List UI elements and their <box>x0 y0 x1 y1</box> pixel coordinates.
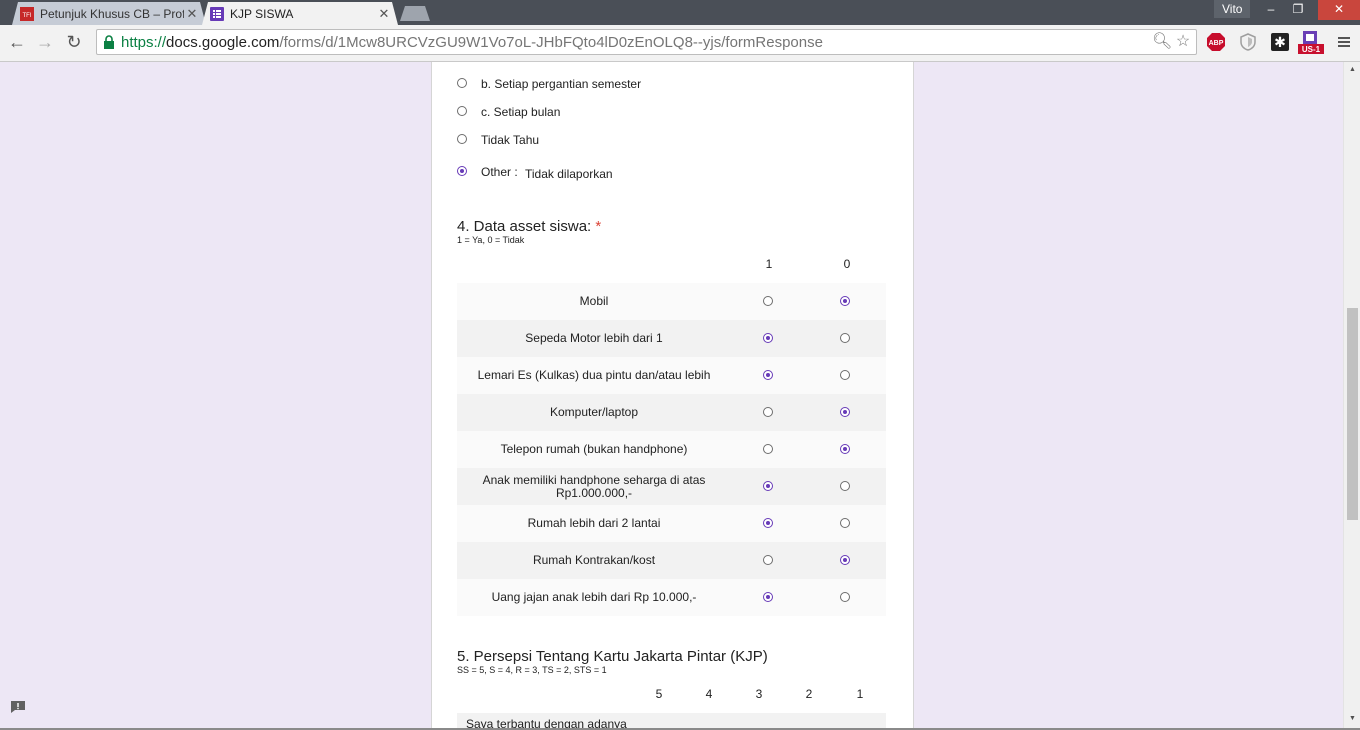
column-header-2: 2 <box>805 687 813 701</box>
scrollbar-thumb[interactable] <box>1347 308 1358 520</box>
radio-button[interactable] <box>840 333 850 343</box>
row-label: Rumah Kontrakan/kost <box>532 553 656 567</box>
reload-icon[interactable]: ↻ <box>63 31 85 53</box>
question-5-title: 5. Persepsi Tentang Kartu Jakarta Pintar… <box>457 648 768 665</box>
grid-row: Rumah Kontrakan/kost <box>457 542 886 579</box>
grid-row: Lemari Es (Kulkas) dua pintu dan/atau le… <box>457 357 886 394</box>
radio-button[interactable] <box>457 106 467 116</box>
tfi-favicon-icon: TFI <box>20 7 34 21</box>
profile-user-name[interactable]: Vito <box>1214 0 1251 18</box>
column-header-1: 1 <box>856 687 864 701</box>
svg-text:ABP: ABP <box>1209 40 1224 47</box>
feedback-icon[interactable] <box>10 700 26 714</box>
question-4-title: 4. Data asset siswa: * <box>457 218 602 235</box>
grid-row: Uang jajan anak lebih dari Rp 10.000,- <box>457 579 886 616</box>
lock-icon <box>104 35 114 49</box>
radio-button-selected[interactable] <box>763 370 773 380</box>
grid-row: Anak memiliki handphone seharga di atas … <box>457 468 886 505</box>
radio-button-selected[interactable] <box>763 481 773 491</box>
radio-button[interactable] <box>840 518 850 528</box>
radio-button[interactable] <box>840 370 850 380</box>
radio-button[interactable] <box>763 296 773 306</box>
browser-tab-strip: TFI Petunjuk Khusus CB – Prof ✕ KJP SISW… <box>0 0 1360 25</box>
row-label: Lemari Es (Kulkas) dua pintu dan/atau le… <box>477 368 711 382</box>
address-bar[interactable]: https://docs.google.com/forms/d/1Mcw8URC… <box>96 29 1197 55</box>
row-label: Rumah lebih dari 2 lantai <box>527 516 661 530</box>
column-header-3: 3 <box>755 687 763 701</box>
column-header-1: 1 <box>765 257 773 271</box>
translate-us1-icon[interactable]: US-1 <box>1298 30 1324 54</box>
radio-button-selected[interactable] <box>840 555 850 565</box>
forward-arrow-icon[interactable]: → <box>34 31 56 53</box>
new-tab-button[interactable] <box>400 6 430 21</box>
scroll-down-arrow-icon[interactable]: ▼ <box>1347 715 1358 722</box>
grid-row: Mobil <box>457 283 886 320</box>
row-label: Telepon rumah (bukan handphone) <box>500 442 688 456</box>
question-4-help: 1 = Ya, 0 = Tidak <box>457 235 525 245</box>
tab-label: Petunjuk Khusus CB – Prof <box>40 6 184 21</box>
svg-text:US-1: US-1 <box>1302 45 1321 54</box>
grid-row: Rumah lebih dari 2 lantai <box>457 505 886 542</box>
row-label: Anak memiliki handphone seharga di atas … <box>482 472 706 500</box>
radio-button-selected[interactable] <box>457 166 467 176</box>
browser-toolbar: ← → ↻ https://docs.google.com/forms/d/1M… <box>0 25 1360 62</box>
other-text-input[interactable]: Tidak dilaporkan <box>525 167 613 181</box>
row-label: Mobil <box>579 294 609 308</box>
radio-button[interactable] <box>763 555 773 565</box>
zoom-search-icon[interactable]: 🔍︎ <box>1152 33 1172 51</box>
column-header-5: 5 <box>655 687 663 701</box>
row-label: Saya terbantu dengan adanya <box>466 717 627 728</box>
radio-button-selected[interactable] <box>840 407 850 417</box>
required-mark: * <box>595 218 602 235</box>
grid-row: Sepeda Motor lebih dari 1 <box>457 320 886 357</box>
back-arrow-icon[interactable]: ← <box>6 31 28 53</box>
grid-row: Telepon rumah (bukan handphone) <box>457 431 886 468</box>
url-text[interactable]: https://docs.google.com/forms/d/1Mcw8URC… <box>121 34 823 51</box>
google-forms-icon <box>210 7 224 21</box>
svg-text:✱: ✱ <box>1274 35 1286 51</box>
radio-button-selected[interactable] <box>840 296 850 306</box>
window-close-icon[interactable]: ✕ <box>1318 0 1360 20</box>
tab-petunjuk-khusus[interactable]: TFI Petunjuk Khusus CB – Prof ✕ <box>12 2 206 25</box>
abp-icon[interactable]: ABP <box>1206 32 1226 52</box>
svg-text:TFI: TFI <box>23 13 32 19</box>
row-label: Sepeda Motor lebih dari 1 <box>525 331 663 345</box>
question-5-help: SS = 5, S = 4, R = 3, TS = 2, STS = 1 <box>457 665 607 675</box>
radio-button[interactable] <box>763 444 773 454</box>
close-icon[interactable]: ✕ <box>184 6 200 22</box>
tab-label: KJP SISWA <box>230 6 294 21</box>
bookmark-star-icon[interactable]: ☆ <box>1174 33 1192 51</box>
radio-button-selected[interactable] <box>763 592 773 602</box>
restore-icon[interactable]: ❐ <box>1285 0 1311 20</box>
menu-icon[interactable] <box>1336 34 1352 50</box>
puzzle-icon[interactable]: ✱ <box>1270 32 1290 52</box>
radio-button[interactable] <box>457 78 467 88</box>
radio-button-selected[interactable] <box>763 333 773 343</box>
close-icon[interactable]: ✕ <box>376 6 392 22</box>
row-label: Komputer/laptop <box>549 405 639 419</box>
row-label: Uang jajan anak lebih dari Rp 10.000,- <box>491 590 697 604</box>
shield-icon[interactable] <box>1238 32 1258 52</box>
radio-button-selected[interactable] <box>840 444 850 454</box>
tab-kjp-siswa[interactable]: KJP SISWA ✕ <box>202 2 398 25</box>
minimize-icon[interactable]: – <box>1258 0 1284 20</box>
question-5-row: Saya terbantu dengan adanya <box>457 713 886 728</box>
radio-button[interactable] <box>840 592 850 602</box>
column-header-4: 4 <box>705 687 713 701</box>
radio-button[interactable] <box>840 481 850 491</box>
radio-button[interactable] <box>457 134 467 144</box>
scroll-up-arrow-icon[interactable]: ▲ <box>1347 66 1358 73</box>
vertical-scrollbar[interactable]: ▲ ▼ <box>1343 62 1360 728</box>
grid-row: Komputer/laptop <box>457 394 886 431</box>
radio-button[interactable] <box>763 407 773 417</box>
radio-button-selected[interactable] <box>763 518 773 528</box>
column-header-0: 0 <box>843 257 851 271</box>
